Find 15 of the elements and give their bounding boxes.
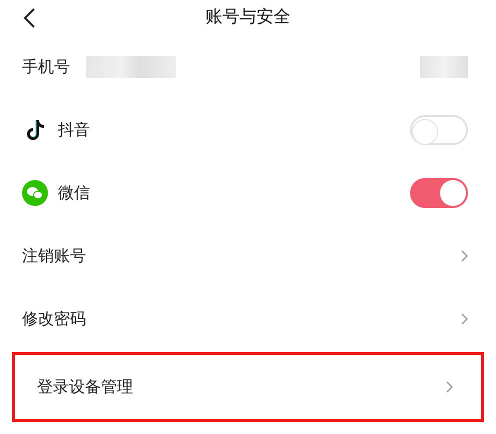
row-label: 抖音: [58, 118, 90, 140]
row-label: 注销账号: [22, 244, 86, 266]
toggle-switch[interactable]: [410, 178, 468, 208]
row-label: 微信: [58, 182, 90, 204]
page-title: 账号与安全: [206, 6, 290, 30]
blurred-value: [420, 56, 468, 78]
toggle-switch[interactable]: [410, 114, 468, 144]
row-label: 修改密码: [22, 308, 86, 330]
row-label: 手机号: [22, 56, 70, 78]
chevron-right-icon: [446, 381, 453, 393]
chat-bubbles-icon: [22, 180, 48, 206]
back-icon[interactable]: [22, 7, 36, 29]
chevron-right-icon: [461, 250, 468, 262]
row-label: 登录设备管理: [37, 376, 133, 398]
chevron-right-icon: [461, 312, 468, 324]
